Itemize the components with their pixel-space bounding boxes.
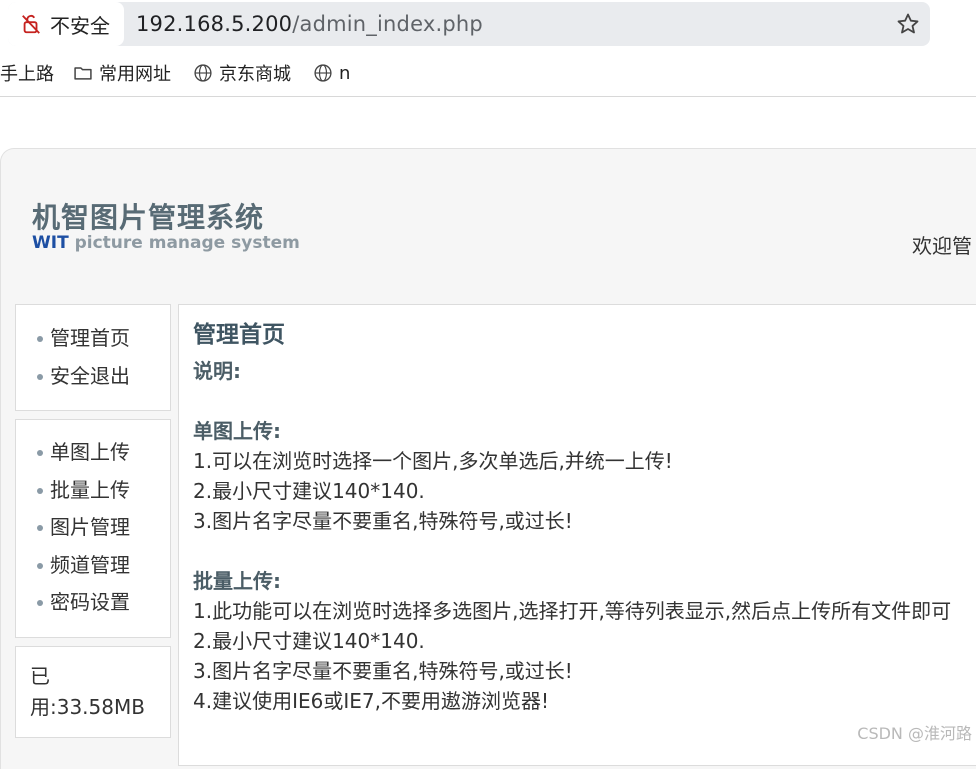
logo-chinese: 机智图片管理系统 bbox=[32, 201, 265, 234]
bookmark-label: n bbox=[339, 62, 351, 84]
page-title: 管理首页 bbox=[193, 322, 285, 348]
sidebar-item-home[interactable]: 管理首页 bbox=[16, 320, 170, 358]
folder-icon bbox=[74, 67, 92, 80]
not-secure-lock-icon bbox=[22, 15, 40, 34]
list-item: 3.图片名字尽量不要重名,特殊符号,或过长! bbox=[193, 659, 573, 683]
bookmark-label: 常用网址 bbox=[99, 64, 171, 85]
sidebar-item-batch-upload[interactable]: 批量上传 bbox=[16, 472, 170, 510]
bookmarks-bar: 手上路 常用网址 京东商城 n bbox=[0, 50, 976, 97]
security-label: 不安全 bbox=[50, 13, 110, 38]
bookmark-label: 京东商城 bbox=[219, 64, 291, 85]
main-content: 管理首页 说明: 单图上传: 1.可以在浏览时选择一个图片,多次单选后,并统一上… bbox=[193, 318, 976, 716]
sidebar-group-main: 管理首页 安全退出 bbox=[15, 304, 171, 411]
bookmark-item[interactable]: 京东商城 bbox=[193, 50, 291, 96]
browser-toolbar: 不安全 192.168.5.200/admin_index.php bbox=[0, 0, 976, 50]
batch-upload-heading: 批量上传: bbox=[193, 569, 281, 593]
logo-tagline: picture manage system bbox=[74, 233, 300, 253]
list-item: 2.最小尺寸建议140*140. bbox=[193, 629, 425, 653]
bookmark-label: 手上路 bbox=[0, 64, 54, 85]
watermark: CSDN @淮河路 bbox=[857, 724, 972, 743]
url-host: 192.168.5.200 bbox=[136, 12, 293, 36]
globe-icon bbox=[194, 64, 212, 82]
intro-heading: 说明: bbox=[193, 359, 241, 383]
usage-line-2: 用:33.58MB bbox=[30, 695, 145, 719]
bookmark-star-icon[interactable] bbox=[896, 12, 920, 36]
welcome-text: 欢迎管 bbox=[912, 234, 972, 258]
sidebar-item-password[interactable]: 密码设置 bbox=[16, 584, 170, 622]
url-path: /admin_index.php bbox=[292, 12, 483, 36]
list-item: 1.可以在浏览时选择一个图片,多次单选后,并统一上传! bbox=[193, 449, 673, 473]
storage-usage-box: 已 用:33.58MB bbox=[15, 646, 171, 738]
list-item: 3.图片名字尽量不要重名,特殊符号,或过长! bbox=[193, 509, 573, 533]
bookmark-item[interactable]: n bbox=[313, 50, 350, 96]
url-text[interactable]: 192.168.5.200/admin_index.php bbox=[136, 2, 483, 46]
usage-line-1: 已 bbox=[30, 664, 50, 688]
sidebar-item-logout[interactable]: 安全退出 bbox=[16, 358, 170, 396]
bookmark-folder[interactable]: 常用网址 bbox=[73, 50, 171, 96]
list-item: 2.最小尺寸建议140*140. bbox=[193, 479, 425, 503]
sidebar-item-image-manage[interactable]: 图片管理 bbox=[16, 509, 170, 547]
security-indicator[interactable]: 不安全 bbox=[8, 2, 124, 46]
single-upload-heading: 单图上传: bbox=[193, 419, 281, 443]
address-bar[interactable]: 不安全 192.168.5.200/admin_index.php bbox=[8, 2, 930, 46]
sidebar-item-channel-manage[interactable]: 频道管理 bbox=[16, 547, 170, 585]
logo-brand: WIT bbox=[32, 233, 69, 253]
logo-english: WIT picture manage system bbox=[32, 233, 300, 253]
bookmark-item[interactable]: 手上路 bbox=[0, 50, 54, 96]
list-item: 4.建议使用IE6或IE7,不要用遨游浏览器! bbox=[193, 689, 549, 713]
sidebar-group-tools: 单图上传 批量上传 图片管理 频道管理 密码设置 bbox=[15, 419, 171, 638]
globe-icon bbox=[314, 64, 332, 82]
storage-usage: 已 用:33.58MB bbox=[16, 647, 170, 723]
sidebar-item-single-upload[interactable]: 单图上传 bbox=[16, 434, 170, 472]
list-item: 1.此功能可以在浏览时选择多选图片,选择打开,等待列表显示,然后点上传所有文件即… bbox=[193, 599, 952, 623]
